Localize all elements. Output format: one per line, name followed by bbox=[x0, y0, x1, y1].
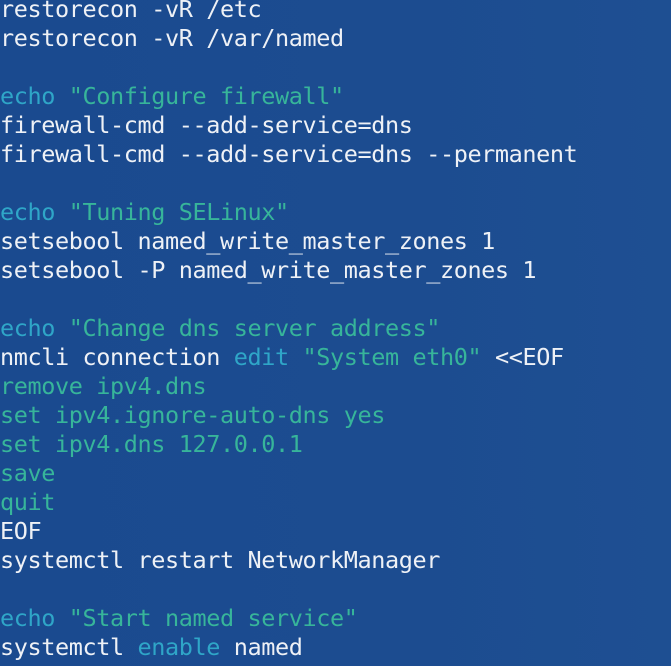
code-line: systemctl enable named bbox=[0, 633, 577, 662]
code-token: setsebool named_write_master_zones 1 bbox=[0, 227, 495, 255]
code-token: firewall-cmd --add-service=dns --permane… bbox=[0, 140, 578, 168]
code-line: echo "Start named service" bbox=[0, 604, 577, 633]
code-token: remove ipv4.dns bbox=[0, 372, 207, 400]
code-token: set ipv4.ignore-auto-dns yes bbox=[0, 401, 385, 429]
code-token: save bbox=[0, 459, 55, 487]
code-line: echo "Change dns server address" bbox=[0, 314, 577, 343]
code-line: nmcli connection edit "System eth0" <<EO… bbox=[0, 343, 577, 372]
code-token: quit bbox=[0, 488, 55, 516]
code-line: setsebool named_write_master_zones 1 bbox=[0, 227, 577, 256]
code-line: restorecon -vR /etc bbox=[0, 0, 577, 24]
code-line: systemctl restart NetworkManager bbox=[0, 546, 577, 575]
code-token: "Configure firewall" bbox=[68, 82, 344, 110]
code-token: systemctl bbox=[0, 633, 138, 661]
code-line: set ipv4.dns 127.0.0.1 bbox=[0, 430, 577, 459]
code-token: systemctl restart NetworkManager bbox=[0, 546, 440, 574]
code-token: restorecon -vR /var/named bbox=[0, 24, 344, 52]
code-token: nmcli connection bbox=[0, 343, 234, 371]
code-token: "System eth0" bbox=[302, 343, 482, 371]
code-token: "Start named service" bbox=[68, 604, 358, 632]
code-token: echo bbox=[0, 604, 55, 632]
code-token: echo bbox=[0, 198, 55, 226]
code-token: "Tuning SELinux" bbox=[68, 198, 289, 226]
code-line: restorecon -vR /var/named bbox=[0, 24, 577, 53]
code-token: enable bbox=[137, 633, 220, 661]
code-token: <<EOF bbox=[481, 343, 564, 371]
code-token: setsebool -P named_write_master_zones 1 bbox=[0, 256, 537, 284]
code-token: edit bbox=[233, 343, 289, 371]
code-line: firewall-cmd --add-service=dns --permane… bbox=[0, 140, 578, 169]
code-line: set ipv4.ignore-auto-dns yes bbox=[0, 401, 577, 430]
code-token: restorecon -vR /etc bbox=[0, 0, 262, 23]
code-line: remove ipv4.dns bbox=[0, 372, 577, 401]
script-code-block: restorecon -vR /etc restorecon -vR /var/n… bbox=[0, 0, 578, 662]
code-token: firewall-cmd --add-service=dns bbox=[0, 111, 413, 139]
code-token: echo bbox=[0, 82, 55, 110]
code-token: "Change dns server address" bbox=[68, 314, 441, 342]
code-token: set ipv4.dns 127.0.0.1 bbox=[0, 430, 303, 458]
code-line: echo "Configure firewall" bbox=[0, 82, 577, 111]
code-line: firewall-cmd --add-service=dns bbox=[0, 111, 577, 140]
code-line: echo "Tuning SELinux" bbox=[0, 198, 577, 227]
code-line: save bbox=[0, 459, 577, 488]
code-token: EOF bbox=[0, 517, 42, 545]
code-token: named bbox=[219, 633, 303, 661]
code-line: setsebool -P named_write_master_zones 1 bbox=[0, 256, 577, 285]
code-line: EOF bbox=[0, 517, 577, 546]
terminal-window: restorecon -vR /etc restorecon -vR /var/n… bbox=[0, 0, 671, 666]
code-token: echo bbox=[0, 314, 55, 342]
code-line: quit bbox=[0, 488, 577, 517]
